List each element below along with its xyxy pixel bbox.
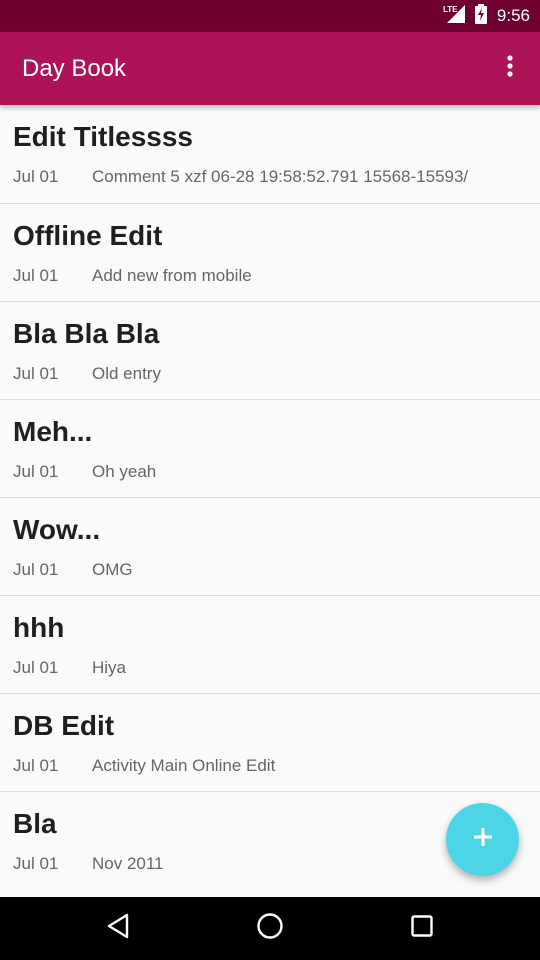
overflow-menu-button[interactable] [492,50,528,86]
entry-title: hhh [13,612,65,643]
entry-comment: OMG [92,560,133,579]
entry-title: Bla [13,808,57,839]
entry-date: Jul 01 [13,560,59,579]
status-bar: LTE 9:56 [0,0,540,32]
list-item[interactable]: Wow... Jul 01 OMG [0,497,540,595]
screen: LTE 9:56 Day Book Edit Titlessss Jul 01 … [0,0,540,960]
list-item[interactable]: Offline Edit Jul 01 Add new from mobile [0,203,540,301]
more-vert-icon [506,54,514,83]
status-time: 9:56 [496,6,530,25]
list-item[interactable]: Edit Titlessss Jul 01 Comment 5 xzf 06-2… [0,105,540,203]
entry-title: Offline Edit [13,220,163,251]
entry-comment: Comment 5 xzf 06-28 19:58:52.791 15568-1… [92,167,469,186]
entry-date: Jul 01 [13,658,59,677]
entry-comment: Add new from mobile [92,266,252,285]
entries-list: Edit Titlessss Jul 01 Comment 5 xzf 06-2… [0,105,540,889]
svg-text:LTE: LTE [443,5,458,14]
entry-date: Jul 01 [13,854,59,873]
entry-title: DB Edit [13,710,115,741]
status-icons: LTE 9:56 [443,0,530,32]
entry-title: Meh... [13,416,93,447]
add-icon [473,827,493,852]
back-icon [106,913,130,944]
list-item[interactable]: DB Edit Jul 01 Activity Main Online Edit [0,693,540,791]
app-bar: Day Book [0,32,540,105]
entry-comment: Old entry [92,364,161,383]
lte-signal-icon: LTE [443,4,467,29]
list-item[interactable]: Meh... Jul 01 Oh yeah [0,399,540,497]
entry-date: Jul 01 [13,462,59,481]
home-icon [256,912,284,945]
app-title: Day Book [22,55,127,82]
back-button[interactable] [88,897,148,960]
entry-comment: Hiya [92,658,127,677]
entry-date: Jul 01 [13,364,59,383]
list-item[interactable]: hhh Jul 01 Hiya [0,595,540,693]
list-item[interactable]: Bla Bla Bla Jul 01 Old entry [0,301,540,399]
entry-comment: Nov 2011 [92,854,164,873]
navigation-bar [0,897,540,960]
entry-date: Jul 01 [13,266,59,285]
home-button[interactable] [240,897,300,960]
entry-comment: Activity Main Online Edit [92,756,276,775]
recents-button[interactable] [392,897,452,960]
entry-title: Edit Titlessss [13,121,194,152]
battery-charging-icon [474,3,487,29]
entry-date: Jul 01 [13,167,59,186]
recents-icon [410,914,434,943]
entry-comment: Oh yeah [92,462,157,481]
add-entry-button[interactable] [446,803,519,876]
entry-title: Wow... [13,514,101,545]
entry-title: Bla Bla Bla [13,318,160,349]
entry-date: Jul 01 [13,756,59,775]
